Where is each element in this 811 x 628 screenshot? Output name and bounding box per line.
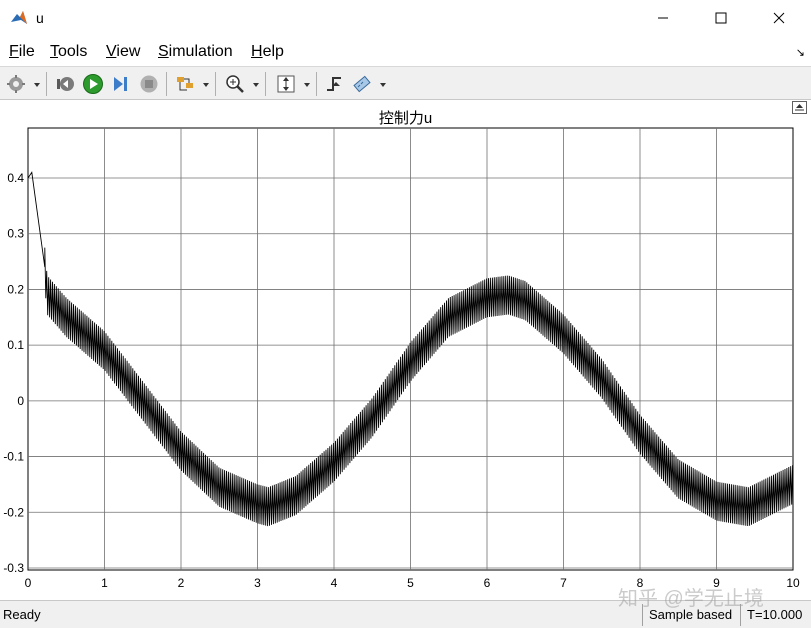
x-tick-label: 0: [25, 576, 32, 590]
toolbar-separator: [46, 72, 47, 96]
signal-select-button[interactable]: [173, 72, 197, 96]
step-forward-icon: [114, 77, 127, 91]
status-ready: Ready: [3, 607, 41, 622]
step-back-icon: [57, 77, 74, 91]
autoscale-dropdown-icon[interactable]: [303, 81, 311, 89]
title-bar: u: [0, 0, 811, 38]
settings-dropdown-icon[interactable]: [33, 81, 41, 89]
menu-view-label: iew: [116, 43, 141, 60]
minimize-icon: [658, 17, 668, 19]
zoom-icon: [226, 75, 244, 93]
triggers-button[interactable]: [322, 72, 346, 96]
menu-file[interactable]: File: [9, 43, 35, 61]
triggers-icon: [327, 77, 341, 91]
x-tick-label: 10: [786, 576, 800, 590]
x-tick-label: 1: [101, 576, 108, 590]
settings-button[interactable]: [4, 72, 28, 96]
menu-file-label: ile: [18, 43, 35, 60]
cursor-measure-dropdown-icon[interactable]: [379, 81, 387, 89]
stop-button[interactable]: [137, 72, 161, 96]
window-title: u: [36, 10, 44, 26]
x-tick-label: 4: [331, 576, 338, 590]
menu-bar: File Tools View Simulation Help ↘: [0, 40, 811, 66]
menu-tools-label: ools: [58, 43, 88, 60]
autoscale-icon: [277, 75, 295, 93]
menu-help[interactable]: Help: [251, 43, 284, 61]
zoom-dropdown-icon[interactable]: [252, 81, 260, 89]
toolbar-separator: [215, 72, 216, 96]
settings-icon: [7, 75, 25, 93]
menu-help-mnemonic: H: [251, 43, 263, 60]
run-button[interactable]: [81, 72, 105, 96]
y-tick-label: 0.1: [7, 338, 24, 352]
autoscale-button[interactable]: [274, 72, 298, 96]
y-tick-label: 0.3: [7, 227, 24, 241]
menu-tools-mnemonic: T: [50, 43, 58, 60]
run-icon: [83, 74, 103, 94]
matlab-icon: [9, 8, 29, 28]
menu-simulation-label: imulation: [168, 43, 233, 60]
close-icon: [773, 12, 785, 24]
x-tick-label: 5: [407, 576, 414, 590]
minimize-button[interactable]: [640, 4, 686, 32]
x-tick-label: 6: [484, 576, 491, 590]
menu-overflow-icon[interactable]: ↘: [796, 46, 805, 59]
menu-view-mnemonic: V: [106, 43, 117, 60]
step-forward-button[interactable]: [109, 72, 133, 96]
toolbar-separator: [265, 72, 266, 96]
y-tick-label: 0.4: [7, 171, 24, 185]
cursor-measure-icon: [353, 75, 371, 93]
toolbar-separator: [316, 72, 317, 96]
menu-help-label: elp: [262, 43, 284, 60]
menu-view[interactable]: View: [106, 43, 140, 61]
x-tick-label: 2: [178, 576, 185, 590]
cursor-measure-button[interactable]: [350, 72, 374, 96]
step-back-button[interactable]: [53, 72, 77, 96]
line-chart[interactable]: 0 1 2 3 4 5 6 7 8 9 100.40.30.20.10-0.1-0.2-0.3: [0, 100, 811, 600]
maximize-button[interactable]: [698, 4, 744, 32]
close-button[interactable]: [756, 4, 802, 32]
menu-tools[interactable]: Tools: [50, 43, 87, 61]
watermark: 知乎 @学无止境: [618, 588, 764, 610]
y-tick-label: -0.2: [3, 505, 24, 519]
y-tick-label: -0.3: [3, 561, 24, 575]
toolbar: [0, 66, 811, 100]
menu-simulation[interactable]: Simulation: [158, 43, 233, 61]
signal-select-icon: [177, 77, 193, 91]
signal-select-dropdown-icon[interactable]: [202, 81, 210, 89]
menu-file-mnemonic: F: [9, 43, 19, 60]
zoom-button[interactable]: [223, 72, 247, 96]
maximize-icon: [715, 12, 727, 24]
y-tick-label: 0.2: [7, 282, 24, 296]
toolbar-separator: [166, 72, 167, 96]
stop-icon: [140, 75, 158, 93]
menu-simulation-mnemonic: S: [158, 43, 169, 60]
x-tick-label: 7: [560, 576, 567, 590]
y-tick-label: 0: [17, 394, 24, 408]
x-tick-label: 3: [254, 576, 261, 590]
y-tick-label: -0.1: [3, 450, 24, 464]
